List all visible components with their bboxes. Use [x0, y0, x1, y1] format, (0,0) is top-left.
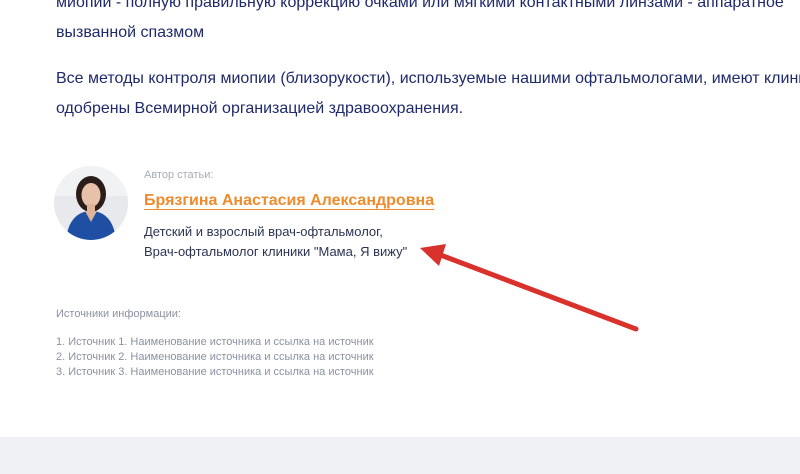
source-number: 1. [56, 336, 66, 348]
source-item: 3. Источник 3. Наименование источника и с… [56, 365, 374, 380]
author-avatar [54, 166, 128, 240]
author-role-line-2: Врач-офтальмолог клиники "Мама, Я вижу" [144, 244, 408, 259]
article-paragraph-2: Все методы контроля миопии (близорукости… [56, 64, 800, 124]
source-number: 3. [56, 366, 66, 378]
sources-title: Источники информации: [56, 308, 181, 320]
source-text: Источник 1. Наименование источника и ссы… [68, 336, 374, 348]
author-caption: Автор статьи: [144, 169, 214, 181]
sources-block: Источники информации: 1. Источник 1. Наим… [56, 308, 374, 380]
footer-band [0, 437, 800, 474]
article-text: миопии - полную правильную коррекцию очк… [56, 0, 800, 124]
author-role-line-1: Детский и взрослый врач-офтальмолог, [144, 224, 383, 239]
article-paragraph-1: миопии - полную правильную коррекцию очк… [56, 0, 800, 48]
source-text: Источник 3. Наименование источника и ссы… [68, 366, 374, 378]
author-name-link[interactable]: Брязгина Анастасия Александровна [144, 192, 434, 210]
author-photo-icon [54, 166, 128, 240]
author-role: Детский и взрослый врач-офтальмолог, Вра… [144, 222, 407, 262]
source-item: 2. Источник 2. Наименование источника и с… [56, 350, 374, 365]
source-item: 1. Источник 1. Наименование источника и с… [56, 335, 374, 350]
source-number: 2. [56, 351, 66, 363]
article-paragraph-1-line-1: миопии - полную правильную коррекцию очк… [56, 0, 784, 11]
article-paragraph-2-line-2: одобрены Всемирной организацией здравоох… [56, 100, 464, 117]
sources-list: 1. Источник 1. Наименование источника и с… [56, 335, 374, 380]
article-paragraph-2-line-1: Все методы контроля миопии (близорукости… [56, 70, 800, 87]
article-paragraph-1-line-2: вызванной спазмом [56, 24, 205, 41]
source-text: Источник 2. Наименование источника и ссы… [68, 351, 374, 363]
